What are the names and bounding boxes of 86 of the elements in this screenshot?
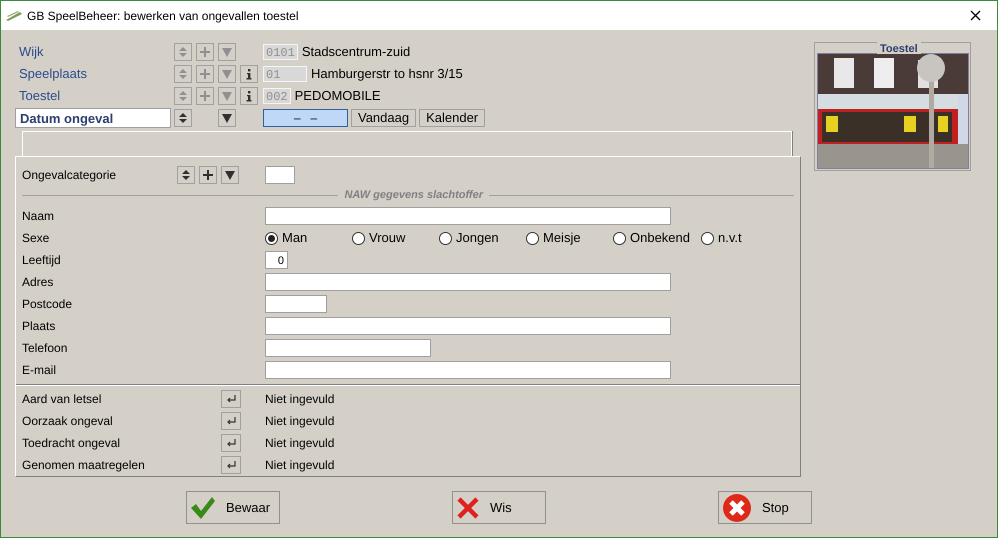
date-button[interactable]: Kalender <box>419 109 486 127</box>
radio-label: Onbekend <box>630 229 690 248</box>
radio-button[interactable] <box>439 232 452 244</box>
info-button[interactable] <box>240 87 258 105</box>
down-triangle-icon <box>221 112 233 124</box>
field-label: Ongevalcategorie <box>22 166 118 184</box>
text-field[interactable] <box>265 317 671 335</box>
field-label: E-mail <box>22 362 58 379</box>
lookup-value: Stadscentrum-zuid <box>302 43 410 62</box>
plus-icon <box>199 90 211 102</box>
text-field[interactable] <box>265 361 671 379</box>
date-button[interactable]: Vandaag <box>351 109 416 127</box>
enter-arrow-icon <box>225 459 237 471</box>
info-button[interactable] <box>240 65 258 83</box>
section-title: NAW gegevens slachtoffer <box>343 188 484 203</box>
radio-label: Jongen <box>456 229 499 248</box>
dropdown-button[interactable] <box>218 109 236 127</box>
enter-arrow-icon <box>225 393 237 405</box>
select-button[interactable] <box>221 434 241 452</box>
lookup-value: Niet ingevuld <box>265 391 334 408</box>
up-down-arrows-icon <box>177 112 189 124</box>
radio-button[interactable] <box>265 232 278 244</box>
up-down-arrows-icon <box>177 90 189 102</box>
field-label: Adres <box>22 274 54 291</box>
down-triangle-icon <box>221 46 233 58</box>
plus-icon <box>199 68 211 80</box>
app-icon <box>5 10 23 22</box>
field-label: Toedracht ongeval <box>22 435 122 452</box>
stop-icon <box>722 492 752 522</box>
scroll-button[interactable] <box>177 166 195 184</box>
field-label: Wijk <box>18 43 45 61</box>
lookup-value: Hamburgerstr to hsnr 3/15 <box>311 65 463 84</box>
radio-label: Meisje <box>543 229 581 248</box>
lookup-value: PEDOMOBILE <box>294 87 381 106</box>
action-button[interactable]: Wis <box>452 491 546 524</box>
radio-button[interactable] <box>352 232 365 244</box>
action-button[interactable]: Stop <box>718 491 812 524</box>
plus-icon <box>199 46 211 58</box>
radio-button[interactable] <box>613 232 626 244</box>
radio-label: Vrouw <box>369 229 406 248</box>
field-label: Datum ongeval <box>15 108 171 128</box>
enter-arrow-icon <box>225 437 237 449</box>
enter-arrow-icon <box>225 415 237 427</box>
dropdown-button[interactable] <box>221 166 239 184</box>
field-label: Toestel <box>18 87 62 105</box>
select-button[interactable] <box>221 456 241 474</box>
field-label: Speelplaats <box>18 65 88 83</box>
radio-button[interactable] <box>526 232 539 244</box>
lookup-value: Niet ingevuld <box>265 457 334 474</box>
up-down-arrows-icon <box>177 46 189 58</box>
window-title: GB SpeelBeheer: bewerken van ongevallen toestel <box>27 8 299 24</box>
add-button[interactable] <box>199 166 217 184</box>
field-label: Telefoon <box>22 340 68 357</box>
down-triangle-icon <box>224 168 236 180</box>
radio-button[interactable] <box>701 232 714 244</box>
field-label: Leeftijd <box>22 252 62 269</box>
radio-label: Man <box>282 229 308 248</box>
date-field[interactable]: – – <box>263 109 348 127</box>
select-button[interactable] <box>221 390 241 408</box>
category-field[interactable] <box>265 166 295 184</box>
plus-icon <box>202 168 214 180</box>
number-field[interactable]: 0 <box>265 251 288 269</box>
field-label: Plaats <box>22 318 56 335</box>
lookup-value: Niet ingevuld <box>265 435 334 452</box>
text-field[interactable] <box>265 339 431 357</box>
text-field[interactable] <box>265 295 327 313</box>
up-down-arrows-icon <box>177 68 189 80</box>
field-label: Naam <box>22 208 56 225</box>
up-down-arrows-icon <box>180 168 192 180</box>
field-label: Aard van letsel <box>22 391 102 408</box>
down-triangle-icon <box>221 68 233 80</box>
cross-icon <box>456 496 480 520</box>
down-triangle-icon <box>221 90 233 102</box>
text-field[interactable] <box>265 273 671 291</box>
lookup-value: Niet ingevuld <box>265 413 334 430</box>
action-button[interactable]: Bewaar <box>186 491 280 524</box>
close-icon <box>970 10 980 21</box>
text-field[interactable] <box>265 207 671 225</box>
check-icon <box>190 496 216 520</box>
field-label: Oorzaak ongeval <box>22 413 114 430</box>
select-button[interactable] <box>221 412 241 430</box>
field-label: Sexe <box>22 230 50 247</box>
field-label: Genomen maatregelen <box>22 457 146 474</box>
radio-label: n.v.t <box>718 229 742 248</box>
scroll-button[interactable] <box>174 109 192 127</box>
field-label: Postcode <box>22 296 74 313</box>
